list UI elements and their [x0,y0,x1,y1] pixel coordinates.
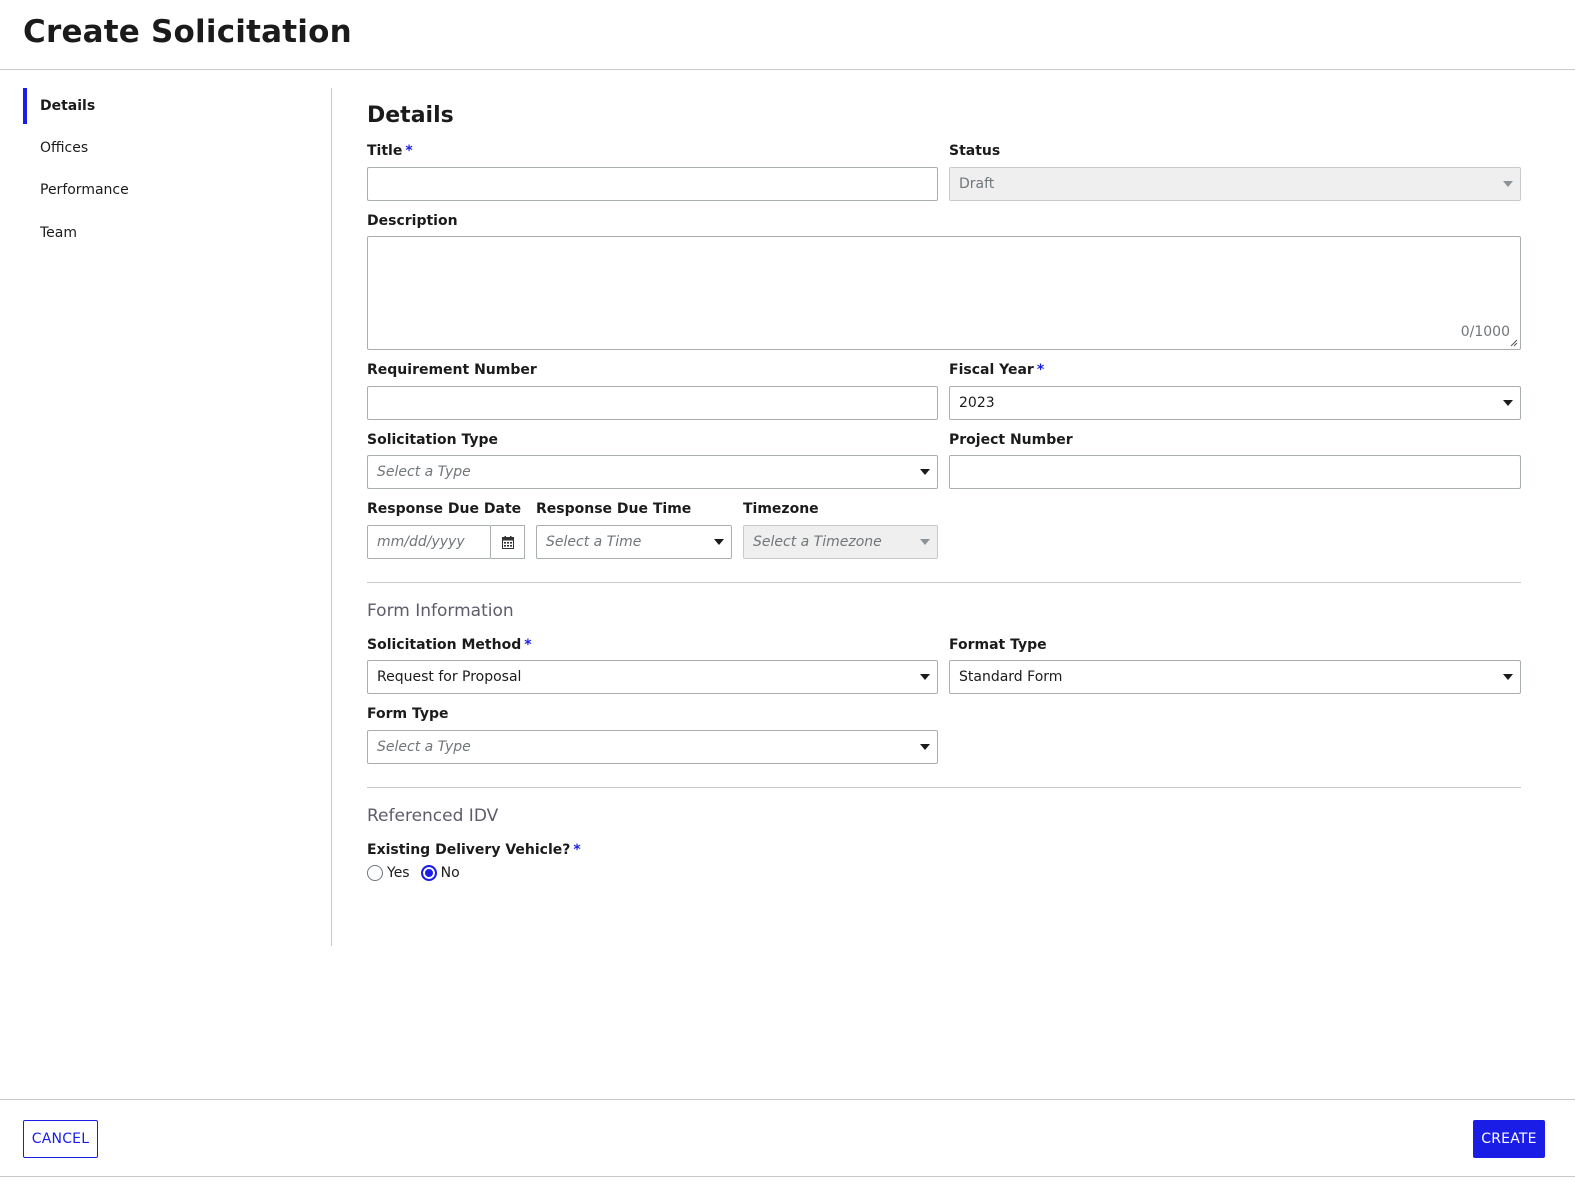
solicitation-method-label-text: Solicitation Method [367,637,522,653]
side-nav: Details Offices Performance Team [0,88,332,946]
chevron-down-icon [920,744,930,750]
calendar-button[interactable] [491,525,525,559]
status-select: Draft [949,167,1521,201]
form-type-value: Select a Type [377,739,471,755]
required-marker: * [524,637,532,653]
project-number-label: Project Number [949,432,1073,448]
format-type-value: Standard Form [959,669,1063,685]
solicitation-type-select[interactable]: Select a Type [367,455,938,489]
page-title: Create Solicitation [23,14,352,50]
radio-yes[interactable] [367,865,383,881]
response-due-time-value: Select a Time [546,534,642,550]
response-due-date-picker [367,525,525,559]
fiscal-year-label: Fiscal Year * [949,362,1044,378]
required-marker: * [1036,362,1045,378]
create-button[interactable]: CREATE [1473,1120,1545,1158]
sidebar-item-details[interactable]: Details [23,88,303,124]
fiscal-year-label-text: Fiscal Year [949,362,1034,378]
response-due-time-label: Response Due Time [536,501,692,517]
timezone-value: Select a Timezone [753,534,882,550]
footer-bar: CANCEL CREATE [0,1099,1575,1177]
response-due-date-label: Response Due Date [367,501,522,517]
fiscal-year-select[interactable]: 2023 [949,386,1521,420]
form-type-select[interactable]: Select a Type [367,730,938,764]
format-type-select[interactable]: Standard Form [949,660,1521,694]
radio-no-label[interactable]: No [441,865,460,881]
response-due-date-input[interactable] [367,525,491,559]
create-solicitation-page: Create Solicitation Details Offices Perf… [0,0,1575,1182]
form-information-heading: Form Information [367,601,514,621]
radio-no[interactable] [420,865,437,881]
status-value: Draft [959,176,995,192]
calendar-icon [501,535,514,549]
radio-yes-label[interactable]: Yes [387,865,410,881]
solicitation-method-select[interactable]: Request for Proposal [367,660,938,694]
solicitation-method-value: Request for Proposal [377,669,522,685]
project-number-input[interactable] [949,455,1521,489]
chevron-down-icon [1503,674,1513,680]
chevron-down-icon [920,469,930,475]
form-type-label: Form Type [367,706,449,722]
status-label: Status [949,143,1001,159]
format-type-label: Format Type [949,637,1047,653]
solicitation-type-value: Select a Type [377,464,471,480]
response-due-time-select[interactable]: Select a Time [536,525,732,559]
description-label: Description [367,213,458,229]
timezone-select: Select a Timezone [743,525,938,559]
required-marker: * [573,842,581,858]
section-divider [367,787,1521,788]
section-divider [367,582,1521,583]
title-input[interactable] [367,167,938,201]
chevron-down-icon [714,539,724,545]
resize-handle-icon[interactable] [1510,339,1518,347]
description-counter: 0/1000 [1460,324,1510,340]
timezone-label: Timezone [743,501,819,517]
requirement-number-input[interactable] [367,386,938,420]
page-header: Create Solicitation [0,0,1575,70]
chevron-down-icon [920,674,930,680]
sidebar-item-performance[interactable]: Performance [23,172,303,208]
sidebar-item-offices[interactable]: Offices [23,130,303,166]
referenced-idv-heading: Referenced IDV [367,806,499,826]
cancel-button[interactable]: CANCEL [23,1120,98,1158]
chevron-down-icon [920,539,930,545]
solicitation-method-label: Solicitation Method * [367,637,532,653]
requirement-number-label: Requirement Number [367,362,537,378]
chevron-down-icon [1503,181,1513,187]
existing-delivery-vehicle-radio-group: Yes No [367,865,471,881]
solicitation-type-label: Solicitation Type [367,432,499,448]
chevron-down-icon [1503,400,1513,406]
existing-delivery-vehicle-label-text: Existing Delivery Vehicle? [367,842,571,858]
title-label: Title * [367,143,413,159]
fiscal-year-value: 2023 [959,395,995,411]
title-label-text: Title [367,143,403,159]
description-textarea[interactable]: 0/1000 [367,236,1521,350]
sidebar-item-team[interactable]: Team [23,215,303,251]
existing-delivery-vehicle-label: Existing Delivery Vehicle? * [367,842,581,858]
required-marker: * [405,143,413,159]
details-heading: Details [367,103,454,128]
